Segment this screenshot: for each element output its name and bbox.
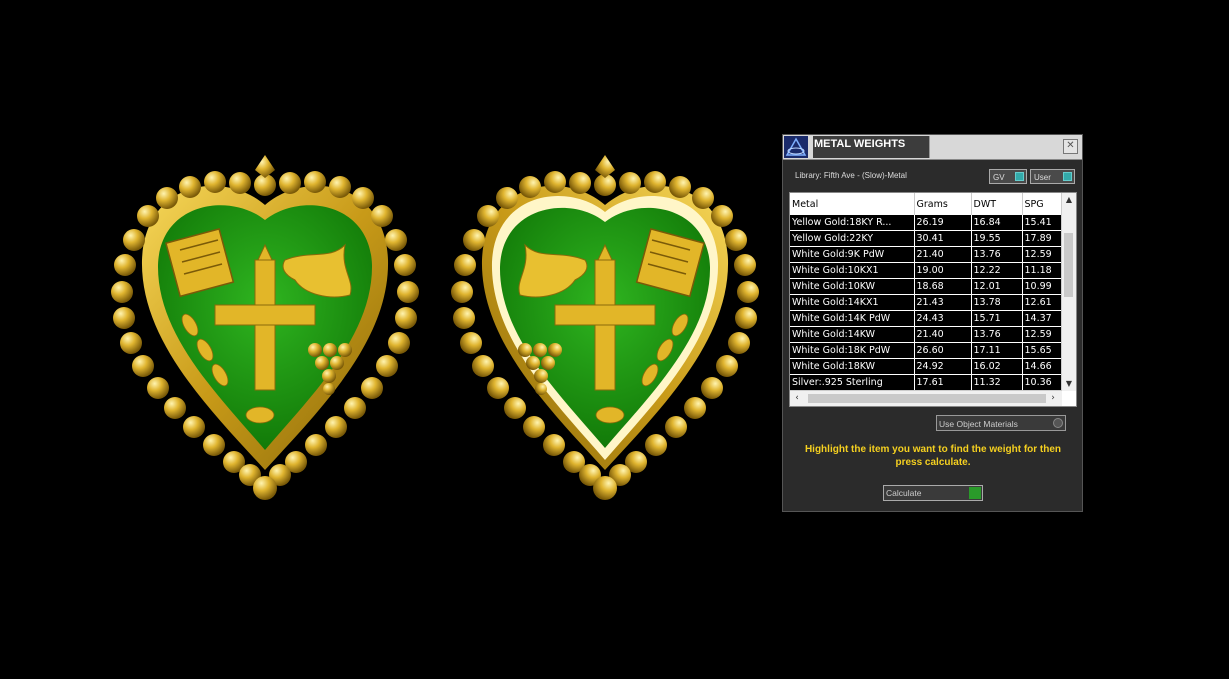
- grams-cell: 21.40: [914, 246, 972, 263]
- heart-pendant-right: [451, 155, 759, 500]
- metal-cell: Yellow Gold:18KY R...: [790, 215, 915, 231]
- table-row[interactable]: White Gold:14KX1 21.43 13.78 12.61: [790, 294, 1063, 311]
- dwt-cell: 12.01: [971, 278, 1023, 295]
- table-row[interactable]: White Gold:18KW 24.92 16.02 14.66: [790, 358, 1063, 375]
- radio-icon: [1053, 418, 1063, 428]
- metal-cell: Silver:.925 Sterling: [790, 374, 915, 391]
- table-row[interactable]: White Gold:10KW 18.68 12.01 10.99: [790, 278, 1063, 295]
- dwt-cell: 16.02: [971, 358, 1023, 375]
- spg-cell: 12.59: [1022, 326, 1063, 343]
- metal-cell: White Gold:10KW: [790, 278, 915, 295]
- panel-title: METAL WEIGHTS: [813, 136, 929, 158]
- user-toggle-label: User: [1034, 173, 1051, 182]
- metal-table: Metal Grams DWT SPG Yellow Gold:18KY R..…: [789, 192, 1077, 407]
- metal-cell: White Gold:14KX1: [790, 294, 915, 311]
- column-header-metal[interactable]: Metal: [790, 193, 915, 215]
- grams-cell: 21.43: [914, 294, 972, 311]
- horizontal-scroll-thumb[interactable]: [808, 394, 1046, 403]
- calculate-label: Calculate: [886, 488, 922, 498]
- gv-toggle-switch: [1015, 172, 1024, 181]
- grams-cell: 18.68: [914, 278, 972, 295]
- column-header-spg[interactable]: SPG: [1022, 193, 1063, 215]
- dwt-cell: 13.76: [971, 246, 1023, 263]
- scroll-up-icon[interactable]: ▲: [1062, 193, 1076, 207]
- dwt-cell: 16.84: [971, 215, 1023, 231]
- metal-weights-panel: METAL WEIGHTS ✕ Library: Fifth Ave - (Sl…: [782, 134, 1083, 512]
- table-row[interactable]: Silver:.925 Sterling 17.61 11.32 10.36: [790, 374, 1063, 391]
- spg-cell: 11.18: [1022, 262, 1063, 279]
- column-header-grams[interactable]: Grams: [914, 193, 972, 215]
- spg-cell: 14.66: [1022, 358, 1063, 375]
- metal-cell: White Gold:18K PdW: [790, 342, 915, 359]
- panel-titlebar[interactable]: METAL WEIGHTS ✕: [783, 135, 1082, 160]
- play-icon: [969, 487, 981, 499]
- metal-cell: White Gold:9K PdW: [790, 246, 915, 263]
- dwt-cell: 19.55: [971, 230, 1023, 247]
- table-row[interactable]: Yellow Gold:22KY 30.41 19.55 17.89: [790, 230, 1063, 247]
- dwt-cell: 11.32: [971, 374, 1023, 391]
- table-row[interactable]: White Gold:9K PdW 21.40 13.76 12.59: [790, 246, 1063, 263]
- user-toggle-switch: [1063, 172, 1072, 181]
- grams-cell: 19.00: [914, 262, 972, 279]
- grams-cell: 24.92: [914, 358, 972, 375]
- library-label: Library: Fifth Ave - (Slow)-Metal: [795, 171, 907, 180]
- heart-pendant-left: [111, 155, 419, 500]
- calculate-button[interactable]: Calculate: [883, 485, 983, 501]
- spg-cell: 15.65: [1022, 342, 1063, 359]
- table-row[interactable]: White Gold:10KX1 19.00 12.22 11.18: [790, 262, 1063, 279]
- scroll-down-icon[interactable]: ▼: [1062, 377, 1076, 391]
- dwt-cell: 12.22: [971, 262, 1023, 279]
- spg-cell: 10.36: [1022, 374, 1063, 391]
- grams-cell: 17.61: [914, 374, 972, 391]
- vertical-scroll-thumb[interactable]: [1064, 233, 1073, 297]
- spg-cell: 10.99: [1022, 278, 1063, 295]
- metal-cell: White Gold:10KX1: [790, 262, 915, 279]
- grams-cell: 26.60: [914, 342, 972, 359]
- metal-cell: White Gold:14K PdW: [790, 310, 915, 327]
- metal-cell: White Gold:14KW: [790, 326, 915, 343]
- title-divider: [929, 136, 930, 158]
- spg-cell: 12.59: [1022, 246, 1063, 263]
- spg-cell: 14.37: [1022, 310, 1063, 327]
- table-row[interactable]: White Gold:14K PdW 24.43 15.71 14.37: [790, 310, 1063, 327]
- use-object-materials-toggle[interactable]: Use Object Materials: [936, 415, 1066, 431]
- horizontal-scrollbar[interactable]: ‹ ›: [790, 390, 1062, 406]
- dwt-cell: 13.76: [971, 326, 1023, 343]
- vertical-scrollbar[interactable]: ▲ ▼: [1061, 193, 1076, 391]
- table-row[interactable]: Yellow Gold:18KY R... 26.19 16.84 15.41: [790, 215, 1063, 231]
- grams-cell: 21.40: [914, 326, 972, 343]
- spg-cell: 15.41: [1022, 215, 1063, 231]
- column-header-dwt[interactable]: DWT: [971, 193, 1023, 215]
- grams-cell: 24.43: [914, 310, 972, 327]
- grams-cell: 30.41: [914, 230, 972, 247]
- dwt-cell: 15.71: [971, 310, 1023, 327]
- dwt-cell: 17.11: [971, 342, 1023, 359]
- spg-cell: 17.89: [1022, 230, 1063, 247]
- gv-toggle[interactable]: GV: [989, 169, 1027, 184]
- scroll-right-icon[interactable]: ›: [1046, 391, 1060, 406]
- grams-cell: 26.19: [914, 215, 972, 231]
- user-toggle[interactable]: User: [1030, 169, 1075, 184]
- use-object-materials-label: Use Object Materials: [939, 419, 1018, 429]
- spg-cell: 12.61: [1022, 294, 1063, 311]
- metal-cell: White Gold:18KW: [790, 358, 915, 375]
- table-header-row: Metal Grams DWT SPG: [790, 193, 1063, 215]
- gv-toggle-label: GV: [993, 173, 1005, 182]
- app-logo-icon: [784, 136, 808, 158]
- dwt-cell: 13.78: [971, 294, 1023, 311]
- table-row[interactable]: White Gold:14KW 21.40 13.76 12.59: [790, 326, 1063, 343]
- table-row[interactable]: White Gold:18K PdW 26.60 17.11 15.65: [790, 342, 1063, 359]
- scroll-left-icon[interactable]: ‹: [790, 391, 804, 406]
- close-button[interactable]: ✕: [1063, 139, 1078, 154]
- metal-cell: Yellow Gold:22KY: [790, 230, 915, 247]
- instruction-text: Highlight the item you want to find the …: [804, 444, 1062, 468]
